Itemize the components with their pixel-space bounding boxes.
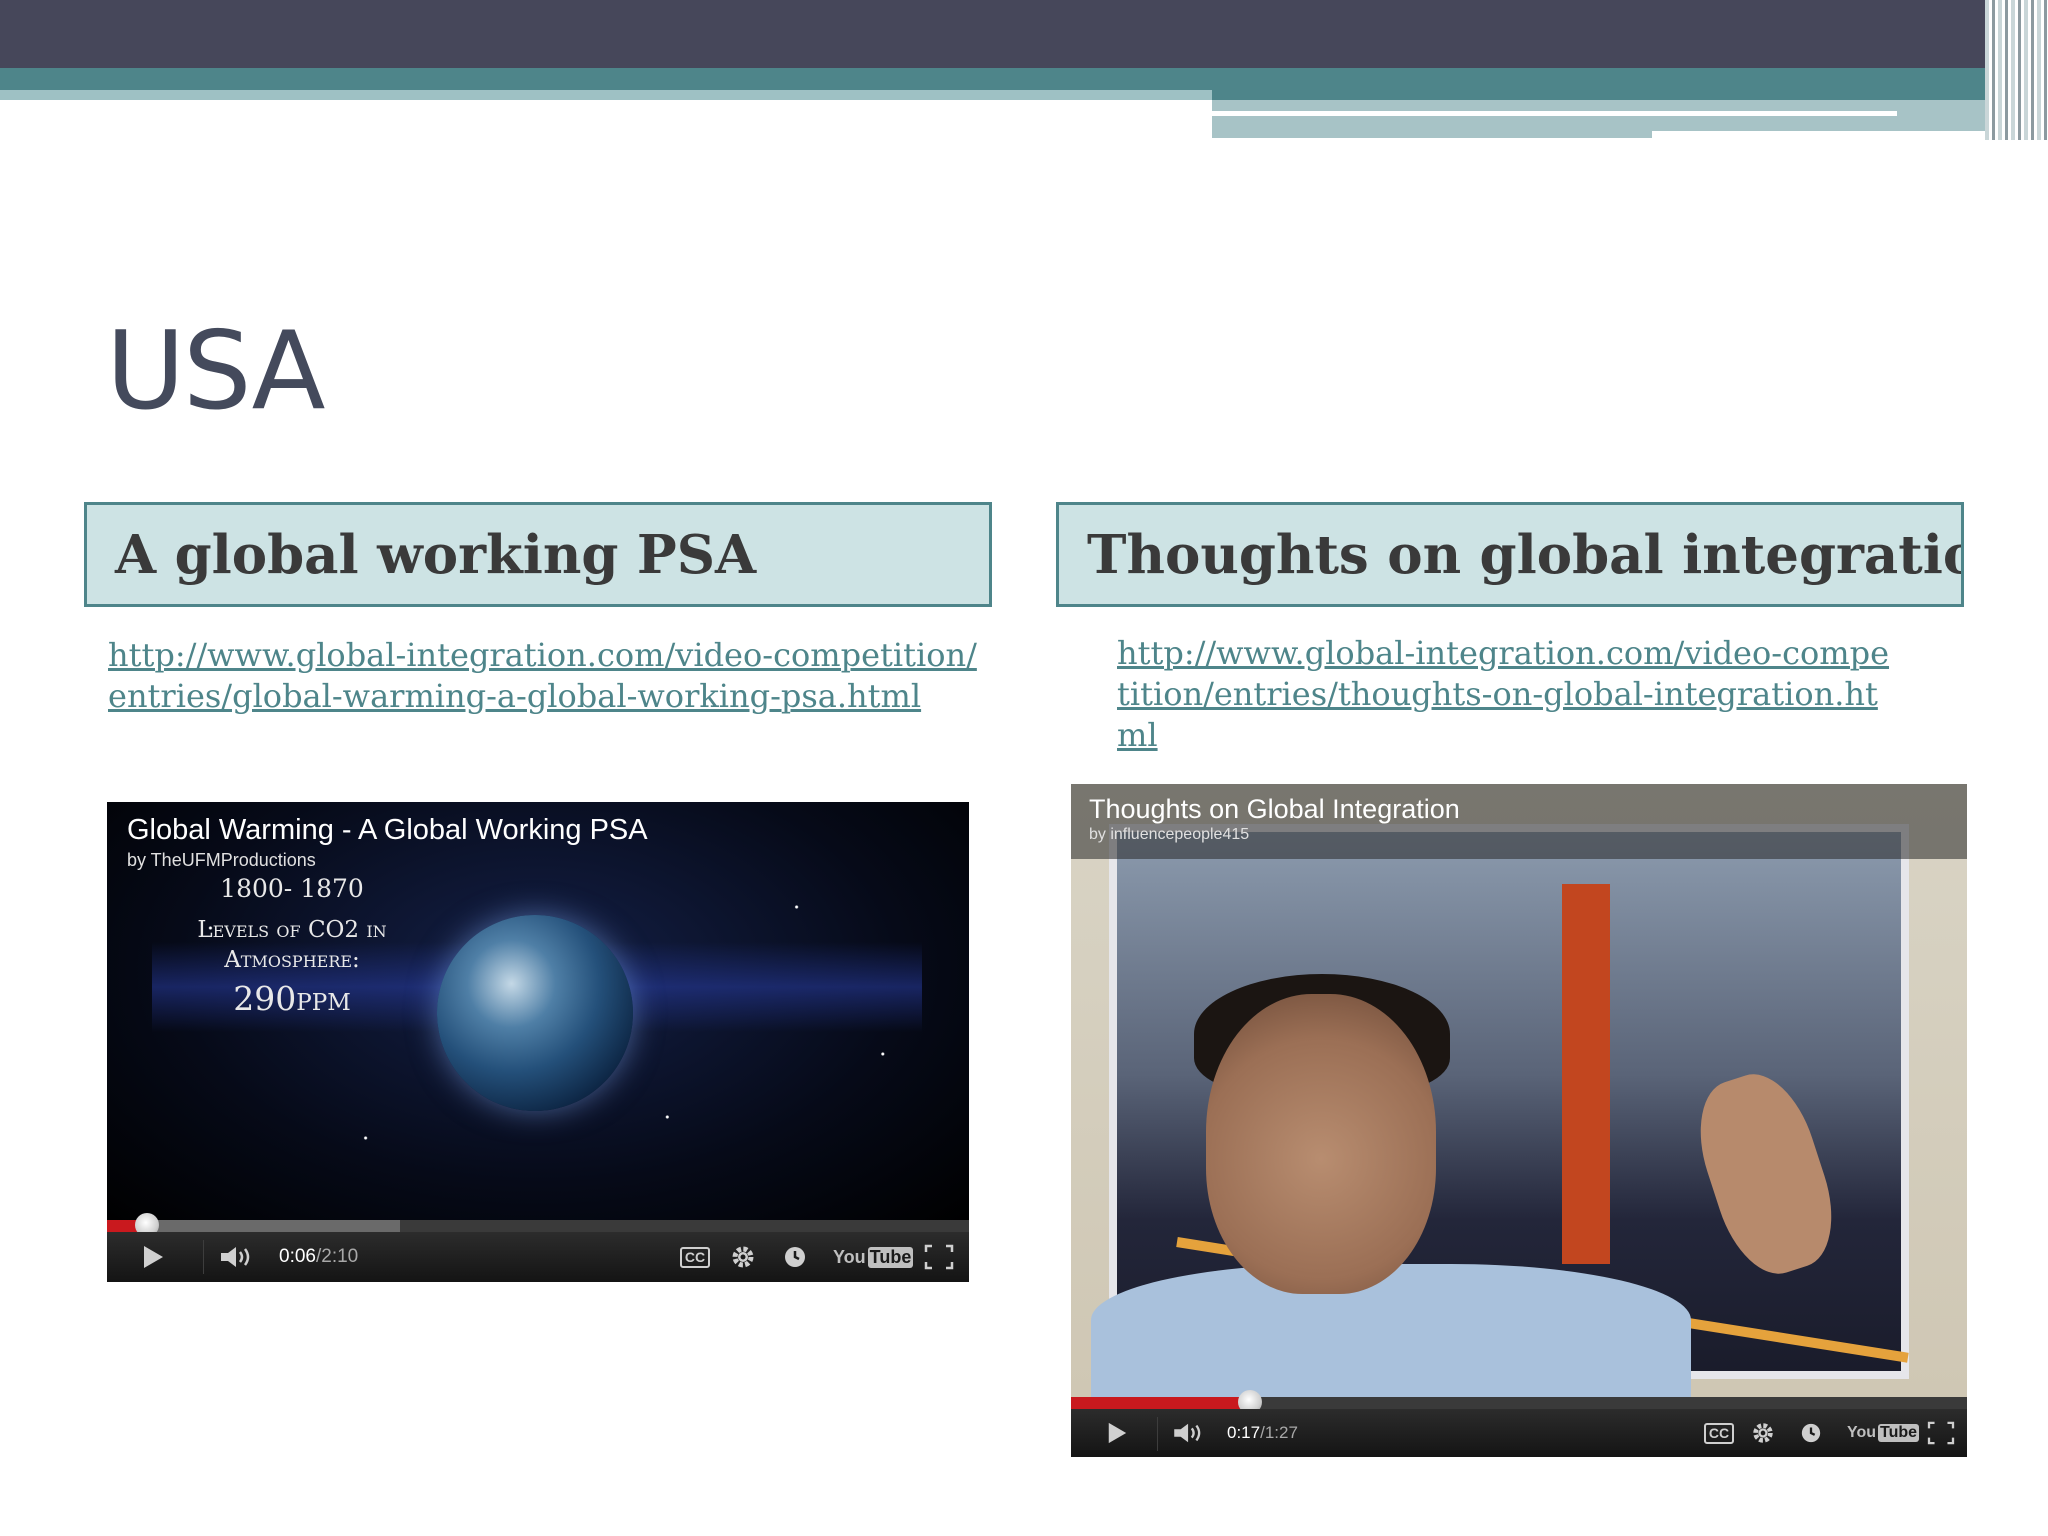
header-banner-teal-left (0, 68, 1212, 90)
captions-button[interactable]: CC (1699, 1409, 1739, 1457)
progress-bar[interactable] (107, 1213, 969, 1237)
play-icon (1108, 1422, 1127, 1444)
play-button[interactable] (133, 1232, 173, 1282)
play-button[interactable] (1097, 1409, 1137, 1457)
volume-button[interactable] (1167, 1409, 1211, 1457)
left-video-link[interactable]: http://www.global-integration.com/video-… (108, 635, 978, 717)
fullscreen-icon (924, 1244, 954, 1270)
cc-icon: CC (679, 1246, 711, 1268)
watch-later-button[interactable] (1791, 1409, 1831, 1457)
caption-levels: Levels of CO2 in (197, 917, 387, 943)
video-author[interactable]: by TheUFMProductions (127, 850, 316, 871)
watch-later-clock-icon (1801, 1423, 1821, 1443)
progress-played (1071, 1397, 1250, 1409)
settings-button[interactable] (1743, 1409, 1783, 1457)
control-divider (1157, 1417, 1158, 1451)
watch-later-button[interactable] (775, 1232, 815, 1282)
video-frame-webcam (1071, 784, 1967, 1404)
volume-button[interactable] (215, 1232, 259, 1282)
volume-icon (1174, 1423, 1201, 1443)
captions-button[interactable]: CC (675, 1232, 715, 1282)
fullscreen-button[interactable] (919, 1232, 959, 1282)
youtube-logo[interactable]: You Tube (833, 1232, 914, 1282)
play-icon (144, 1246, 163, 1268)
time-current: 0:17 (1227, 1423, 1261, 1442)
watch-later-clock-icon (785, 1247, 805, 1267)
youtube-logo-you: You (833, 1246, 866, 1267)
video-title[interactable]: Thoughts on Global Integration (1089, 794, 1460, 825)
header-edge-stripes (1985, 0, 2048, 140)
right-video-player[interactable]: Thoughts on Global Integration by influe… (1071, 784, 1967, 1457)
youtube-logo-tube: Tube (867, 1246, 914, 1268)
cc-icon: CC (1703, 1422, 1735, 1444)
youtube-logo[interactable]: You Tube (1847, 1409, 1920, 1457)
left-video-heading: A global working PSA (84, 502, 992, 607)
header-banner-teal-right (1212, 68, 2002, 100)
right-video-link[interactable]: http://www.global-integration.com/video-… (1117, 633, 1897, 756)
person-face (1206, 994, 1436, 1294)
header-accent-line (1652, 131, 2002, 138)
right-video-heading: Thoughts on global integration (1056, 502, 1964, 607)
person-shirt (1091, 1264, 1691, 1404)
youtube-logo-you: You (1847, 1424, 1877, 1441)
header-banner-teal-left-thin (0, 90, 1212, 100)
fullscreen-button[interactable] (1921, 1409, 1961, 1457)
time-display: 0:17 / 1:27 (1227, 1409, 1298, 1457)
settings-button[interactable] (723, 1232, 763, 1282)
time-total: 2:10 (321, 1246, 359, 1267)
video-title[interactable]: Global Warming - A Global Working PSA (127, 814, 648, 847)
caption-years: 1800- 1870 (220, 874, 364, 903)
fullscreen-icon (1927, 1421, 1955, 1445)
volume-icon (221, 1247, 250, 1267)
control-divider (203, 1240, 204, 1274)
earth-image (437, 915, 633, 1111)
bridge-tower-main (1562, 884, 1610, 1264)
caption-atmosphere: Atmosphere: (224, 947, 360, 973)
player-control-bar: 0:17 / 1:27 CC You Tube (1071, 1409, 1967, 1457)
time-display: 0:06 / 2:10 (279, 1232, 358, 1282)
video-author[interactable]: by influencepeople415 (1089, 826, 1249, 844)
left-video-player[interactable]: 1800- 1870 Levels of CO2 in Atmosphere: … (107, 802, 969, 1282)
youtube-logo-tube: Tube (1878, 1424, 1920, 1442)
caption-ppm: 290ppm (233, 979, 351, 1018)
header-accent-line (1212, 111, 1897, 116)
player-control-bar: 0:06 / 2:10 CC You Tube (107, 1232, 969, 1282)
slide-title: USA (106, 309, 325, 434)
time-current: 0:06 (279, 1246, 316, 1267)
settings-gear-icon (1753, 1423, 1773, 1443)
time-total: 1:27 (1264, 1423, 1298, 1442)
settings-gear-icon (732, 1246, 754, 1268)
progress-bar[interactable] (1071, 1390, 1967, 1414)
header-banner-dark (0, 0, 2048, 68)
